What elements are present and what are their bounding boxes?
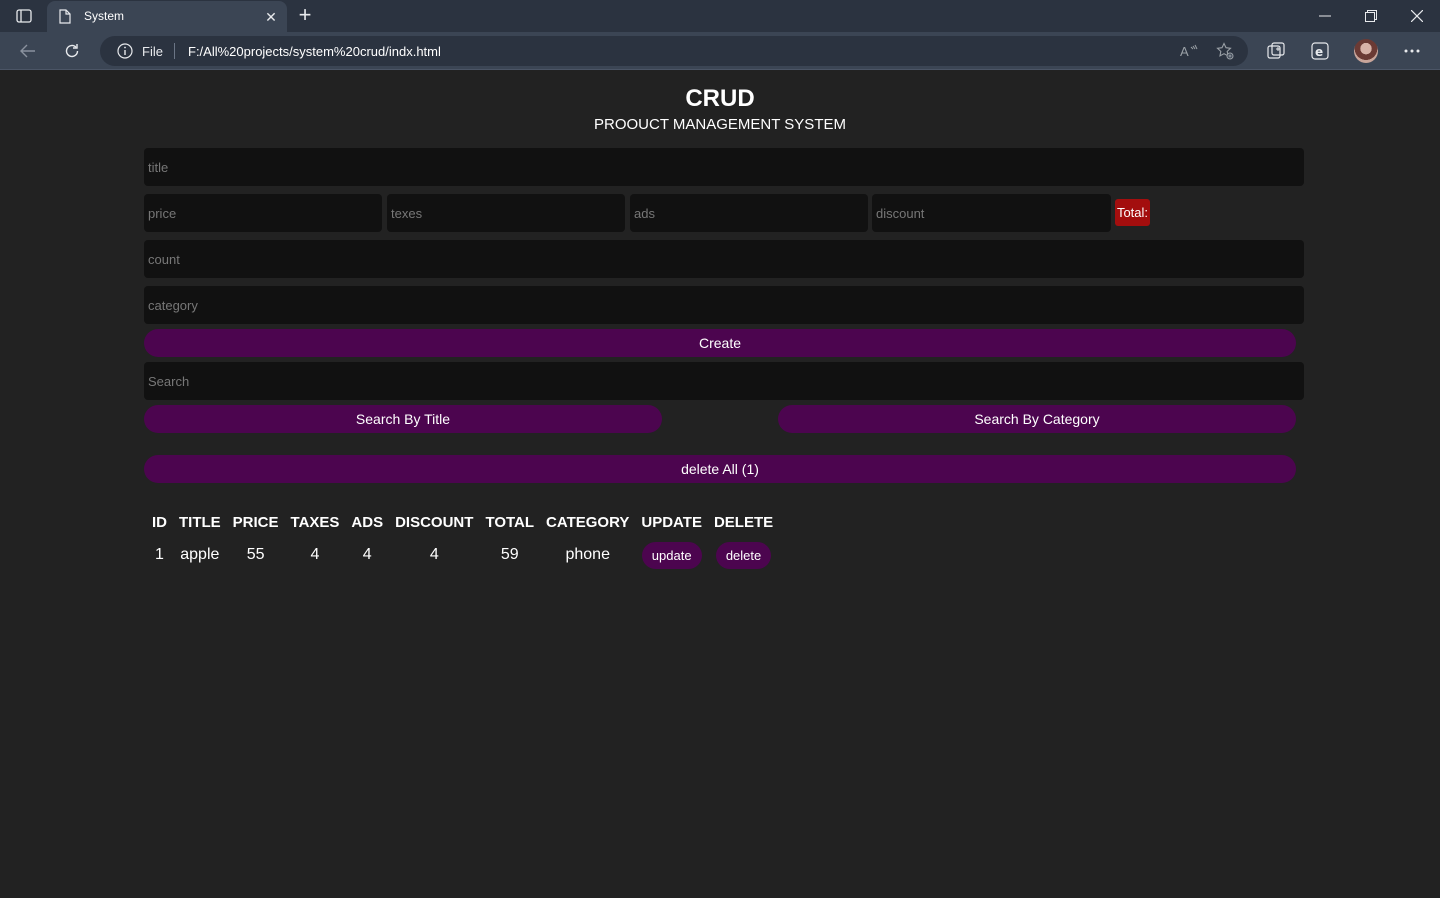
cell-id: 1 [155,546,164,563]
cell-delete: delete [708,533,779,577]
ads-input[interactable] [630,194,868,232]
delete-all-button[interactable]: delete All (1) [144,455,1296,483]
browser-essentials-icon[interactable]: e [1308,40,1332,62]
browser-toolbar: File F:/All%20projects/system%20crud/ind… [0,32,1440,70]
count-input[interactable] [144,240,1304,278]
cell-price: 55 [246,546,265,563]
close-icon[interactable]: ✕ [263,9,279,25]
reload-icon[interactable] [59,39,85,63]
restore-icon[interactable] [1356,4,1386,28]
column-header-update: UPDATE [641,513,702,531]
column-header-discount: DISCOUNT [395,513,474,531]
info-icon[interactable] [117,43,133,64]
tab-actions-icon[interactable] [10,6,38,26]
back-icon[interactable] [15,39,41,63]
column-header-category: CATEGORY [546,513,630,531]
page-icon [59,9,71,29]
cell-category: phone [565,546,610,563]
column-header-taxes: TAXES [290,513,340,531]
address-prefix: File [142,44,163,59]
read-aloud-icon[interactable]: A [1178,41,1200,61]
create-button[interactable]: Create [144,329,1296,357]
svg-text:e: e [1315,45,1323,59]
profile-avatar[interactable] [1354,39,1378,63]
column-header-delete: DELETE [713,513,774,531]
cell-title: apple [180,546,220,563]
plus-icon[interactable]: + [293,4,317,27]
delete-button[interactable]: delete [715,541,772,569]
search-input[interactable] [144,362,1304,400]
search-by-category-button[interactable]: Search By Category [778,405,1296,433]
address-divider [174,43,175,59]
cell-taxes: 4 [310,546,320,563]
cell-total: 59 [500,546,519,563]
total-badge: Total: [1115,199,1150,226]
discount-input[interactable] [872,194,1111,232]
category-input[interactable] [144,286,1304,324]
page-content: CRUD PROOUCT MANAGEMENT SYSTEM Total: Cr… [0,71,1440,898]
column-header-title: TITLE [179,513,221,531]
table-header-row: ID TITLE PRICE TAXES ADS DISCOUNT TOTAL … [146,511,779,533]
cell-ads: 4 [362,546,372,563]
tab-title: System [84,9,125,23]
svg-text:A: A [1180,44,1189,58]
page-subtitle: PROOUCT MANAGEMENT SYSTEM [594,116,846,133]
column-header-price: PRICE [232,513,279,531]
more-icon[interactable] [1400,40,1424,62]
taxes-input[interactable] [387,194,625,232]
close-window-icon[interactable] [1402,4,1432,28]
collections-icon[interactable] [1264,40,1288,62]
page-title: CRUD [685,85,755,112]
column-header-total: TOTAL [485,513,535,531]
table-row: 1 apple 55 4 4 4 59 phone update delete [146,533,779,577]
search-by-title-button[interactable]: Search By Title [144,405,662,433]
favorites-icon[interactable] [1214,41,1236,61]
cell-update: update [635,533,708,577]
minimize-icon[interactable] [1310,4,1340,28]
column-header-id: ID [152,513,167,531]
address-bar[interactable]: File F:/All%20projects/system%20crud/ind… [100,36,1248,66]
column-header-ads: ADS [351,513,384,531]
products-table: ID TITLE PRICE TAXES ADS DISCOUNT TOTAL … [146,511,779,577]
browser-tab-bar: System ✕ + [0,0,1440,32]
update-button[interactable]: update [641,541,702,569]
title-input[interactable] [144,148,1304,186]
price-input[interactable] [144,194,382,232]
url-text[interactable]: F:/All%20projects/system%20crud/indx.htm… [188,44,441,59]
cell-discount: 4 [429,546,439,563]
browser-tab-active[interactable]: System ✕ [47,1,287,32]
